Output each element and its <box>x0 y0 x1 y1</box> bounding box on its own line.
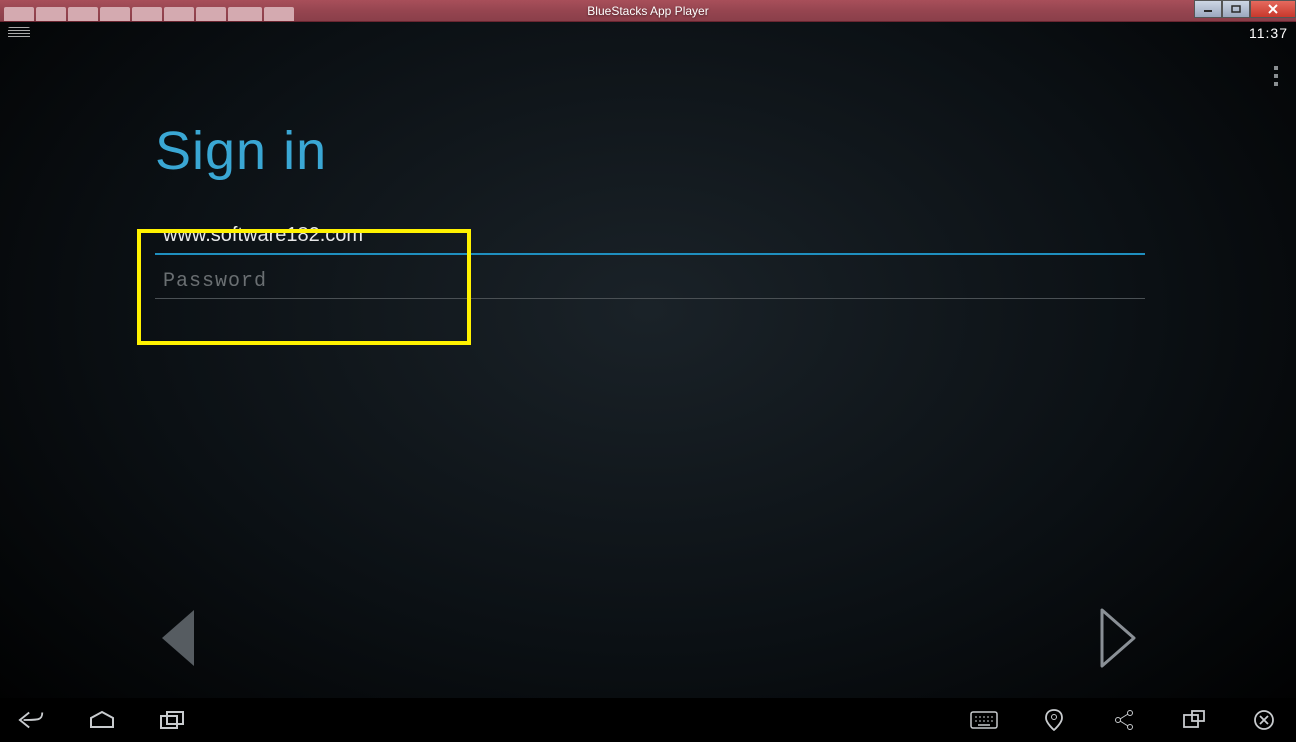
keyboard-icon <box>8 27 30 39</box>
overflow-menu-icon[interactable] <box>1274 66 1278 86</box>
password-field-wrap <box>155 261 1145 299</box>
signin-form: Sign in <box>155 120 1145 299</box>
titlebar-tab[interactable] <box>164 7 194 21</box>
minimize-button[interactable] <box>1194 0 1222 18</box>
titlebar-tab[interactable] <box>264 7 294 21</box>
close-app-icon[interactable] <box>1250 709 1278 731</box>
fullscreen-icon[interactable] <box>1180 709 1208 731</box>
titlebar-tab[interactable] <box>4 7 34 21</box>
titlebar-tab[interactable] <box>228 7 262 21</box>
location-icon[interactable] <box>1040 709 1068 731</box>
android-statusbar: 11:37 <box>0 22 1296 44</box>
email-input[interactable] <box>155 216 1145 255</box>
titlebar-tab[interactable] <box>36 7 66 21</box>
recent-apps-icon[interactable] <box>158 709 186 731</box>
titlebar-tab[interactable] <box>132 7 162 21</box>
statusbar-clock: 11:37 <box>1249 25 1288 41</box>
app-viewport: 11:37 Sign in <box>0 22 1296 742</box>
back-icon[interactable] <box>18 709 46 731</box>
password-input[interactable] <box>155 261 1145 299</box>
window-titlebar: BlueStacks App Player <box>0 0 1296 22</box>
titlebar-tab[interactable] <box>100 7 130 21</box>
next-arrow-button[interactable] <box>1090 606 1146 670</box>
close-button[interactable] <box>1250 0 1296 18</box>
page-title: Sign in <box>155 120 1145 182</box>
window-title: BlueStacks App Player <box>587 4 708 18</box>
android-navbar <box>0 698 1296 742</box>
home-icon[interactable] <box>88 709 116 731</box>
titlebar-tab[interactable] <box>68 7 98 21</box>
share-icon[interactable] <box>1110 709 1138 731</box>
titlebar-tabs <box>4 0 294 21</box>
email-field-wrap <box>155 216 1145 255</box>
maximize-button[interactable] <box>1222 0 1250 18</box>
keyboard-toggle-icon[interactable] <box>970 709 998 731</box>
titlebar-tab[interactable] <box>196 7 226 21</box>
window-controls <box>1194 0 1296 20</box>
back-arrow-button[interactable] <box>150 606 206 670</box>
